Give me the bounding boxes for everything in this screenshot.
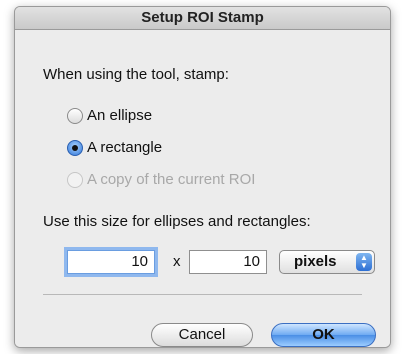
ok-button[interactable]: OK bbox=[271, 323, 376, 347]
dialog-title: Setup ROI Stamp bbox=[15, 7, 390, 30]
up-down-arrows-icon: ▲ ▼ bbox=[356, 253, 372, 271]
setup-roi-stamp-dialog: Setup ROI Stamp When using the tool, sta… bbox=[14, 6, 391, 348]
radio-label-rectangle: A rectangle bbox=[87, 139, 163, 156]
radio-option-copy-roi: A copy of the current ROI bbox=[67, 171, 255, 188]
radio-label-ellipse: An ellipse bbox=[87, 107, 153, 124]
unit-select-value: pixels bbox=[294, 253, 337, 270]
divider bbox=[43, 294, 362, 295]
unit-select[interactable]: pixels ▲ ▼ bbox=[279, 250, 375, 274]
dialog-body: When using the tool, stamp: An ellipse A… bbox=[15, 30, 390, 347]
radio-button-copy-roi bbox=[67, 171, 83, 188]
radio-option-rectangle[interactable]: A rectangle bbox=[67, 139, 162, 156]
times-symbol: x bbox=[173, 253, 181, 270]
radio-label-copy-roi: A copy of the current ROI bbox=[87, 171, 256, 188]
cancel-button[interactable]: Cancel bbox=[151, 323, 253, 347]
height-input[interactable]: 10 bbox=[189, 250, 267, 274]
radio-button-ellipse[interactable] bbox=[67, 107, 83, 124]
stamp-prompt: When using the tool, stamp: bbox=[43, 66, 229, 83]
width-input[interactable]: 10 bbox=[67, 250, 155, 274]
radio-option-ellipse[interactable]: An ellipse bbox=[67, 107, 152, 124]
size-label: Use this size for ellipses and rectangle… bbox=[43, 213, 311, 230]
radio-button-rectangle[interactable] bbox=[67, 139, 83, 156]
